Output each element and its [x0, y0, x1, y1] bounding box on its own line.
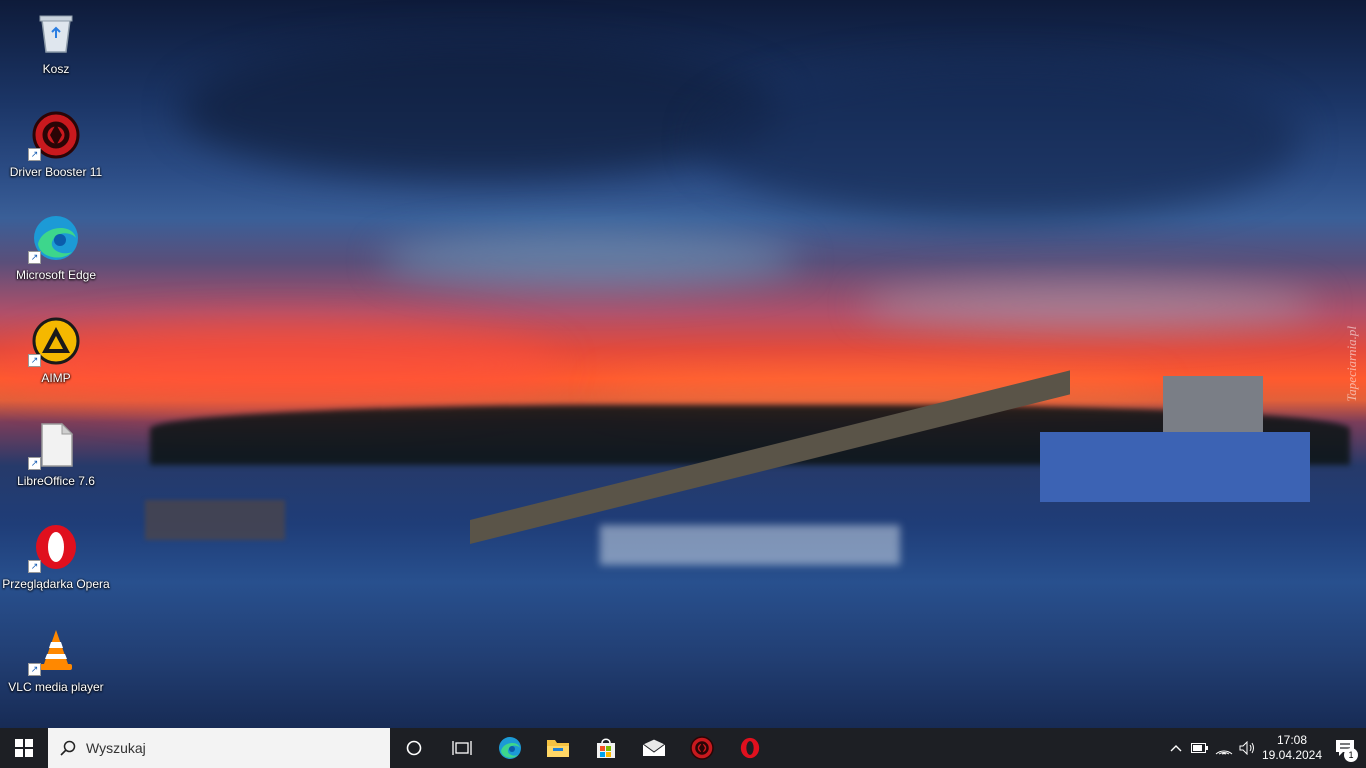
desktop-icon-label: AIMP	[41, 371, 71, 385]
desktop-icon-label: LibreOffice 7.6	[17, 474, 95, 488]
battery-icon	[1191, 743, 1208, 753]
desktop-icon-vlc[interactable]: ↗ VLC media player	[0, 618, 112, 710]
start-button[interactable]	[0, 728, 48, 768]
search-icon	[60, 740, 76, 756]
task-view-button[interactable]	[438, 728, 486, 768]
clock-time: 17:08	[1276, 733, 1308, 747]
driver-booster-icon	[690, 736, 714, 760]
show-hidden-icons-button[interactable]	[1164, 728, 1188, 768]
desktop-icon-opera[interactable]: ↗ Przeglądarka Opera	[0, 515, 112, 607]
clock-date: 19.04.2024	[1261, 748, 1323, 762]
store-icon	[597, 738, 615, 758]
desktop-icon-label: Driver Booster 11	[9, 165, 103, 179]
recycle-bin-icon	[32, 8, 80, 56]
search-placeholder: Wyszukaj	[86, 740, 146, 756]
speaker-icon	[1239, 741, 1254, 755]
shortcut-arrow-icon: ↗	[28, 148, 41, 161]
driver-booster-icon: ↗	[28, 111, 80, 161]
battery-button[interactable]	[1188, 728, 1212, 768]
wifi-icon	[1215, 750, 1233, 755]
volume-button[interactable]	[1236, 728, 1260, 768]
action-center-button[interactable]: 1	[1324, 728, 1366, 768]
taskbar-file-explorer[interactable]	[534, 728, 582, 768]
taskbar-store[interactable]	[582, 728, 630, 768]
notification-count-badge: 1	[1344, 748, 1358, 762]
taskbar: Wyszukaj 17:08 19.04.2024 1	[0, 728, 1366, 768]
shortcut-arrow-icon: ↗	[28, 560, 41, 573]
desktop-icon-driver-booster[interactable]: ↗ Driver Booster 11	[0, 103, 112, 195]
system-tray: 17:08 19.04.2024 1	[1164, 728, 1366, 768]
cortana-button[interactable]	[390, 728, 438, 768]
desktop-icon-edge[interactable]: ↗ Microsoft Edge	[0, 206, 112, 298]
edge-icon	[499, 737, 521, 759]
opera-icon	[740, 737, 760, 759]
cortana-icon	[406, 740, 422, 756]
taskbar-driver-booster[interactable]	[678, 728, 726, 768]
wallpaper-watermark: Tapeciarnia.pl	[1344, 326, 1359, 402]
taskbar-mail[interactable]	[630, 728, 678, 768]
desktop-icon-libreoffice[interactable]: ↗ LibreOffice 7.6	[0, 412, 112, 504]
aimp-icon: ↗	[28, 317, 80, 367]
shortcut-arrow-icon: ↗	[28, 251, 41, 264]
edge-icon: ↗	[28, 214, 80, 264]
chevron-up-icon	[1170, 745, 1182, 752]
taskbar-edge[interactable]	[486, 728, 534, 768]
opera-icon: ↗	[28, 523, 80, 573]
mail-icon	[642, 739, 666, 756]
network-button[interactable]	[1212, 728, 1236, 768]
desktop-icon-label: Przeglądarka Opera	[2, 577, 110, 591]
windows-logo-icon	[15, 739, 33, 757]
desktop-icon-label: VLC media player	[8, 680, 104, 694]
taskbar-clock[interactable]: 17:08 19.04.2024	[1260, 733, 1324, 763]
shortcut-arrow-icon: ↗	[28, 354, 41, 367]
file-explorer-icon	[547, 740, 569, 757]
task-view-icon	[452, 741, 472, 755]
vlc-icon: ↗	[28, 626, 80, 676]
shortcut-arrow-icon: ↗	[28, 663, 41, 676]
desktop-icon-aimp[interactable]: ↗ AIMP	[0, 309, 112, 401]
desktop-icon-label: Kosz	[42, 62, 70, 76]
desktop-wallpaper: Tapeciarnia.pl	[0, 0, 1366, 728]
libreoffice-icon: ↗	[28, 420, 80, 470]
taskbar-opera[interactable]	[726, 728, 774, 768]
shortcut-arrow-icon: ↗	[28, 457, 41, 470]
taskbar-search-box[interactable]: Wyszukaj	[48, 728, 390, 768]
desktop-icon-recycle-bin[interactable]: Kosz	[0, 0, 112, 92]
desktop-icon-label: Microsoft Edge	[15, 268, 97, 282]
